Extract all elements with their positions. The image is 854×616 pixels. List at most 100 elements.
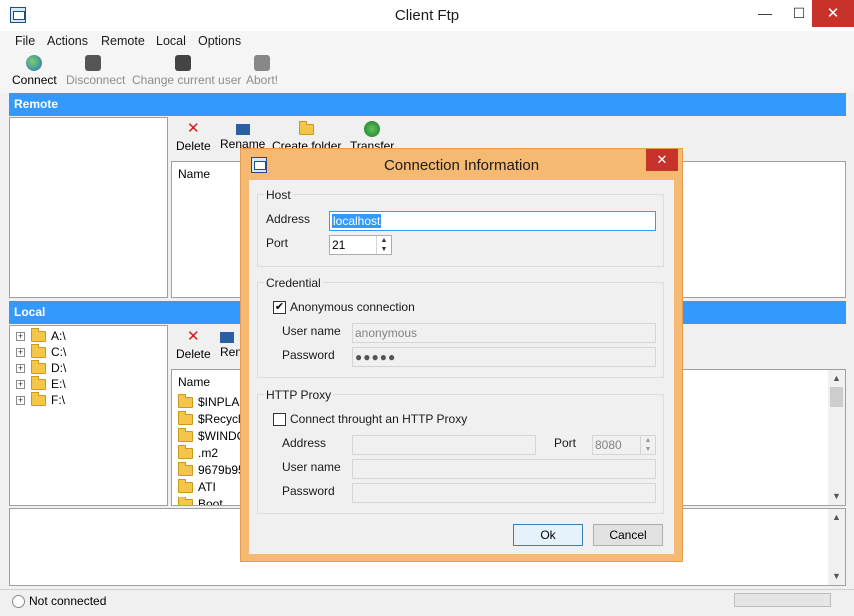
tree-item[interactable]: + E:\: [16, 376, 66, 393]
log-scrollbar[interactable]: ▲ ▼: [828, 509, 845, 585]
spin-up-icon[interactable]: ▲: [377, 236, 391, 245]
abort-button[interactable]: Abort!: [246, 55, 278, 91]
tree-item[interactable]: + F:\: [16, 392, 65, 409]
proxy-group-title: HTTP Proxy: [264, 388, 334, 402]
address-label: Address: [266, 212, 311, 226]
transfer-icon: [364, 121, 381, 137]
proxy-address-input[interactable]: [352, 435, 536, 455]
remote-delete-button[interactable]: ✕ Delete: [176, 120, 211, 154]
scroll-up-icon[interactable]: ▲: [828, 370, 845, 387]
progress-bar: [734, 593, 831, 607]
close-button[interactable]: ✕: [812, 0, 854, 27]
disconnect-button[interactable]: Disconnect: [66, 55, 125, 91]
proxy-password-input[interactable]: [352, 483, 656, 503]
tree-item[interactable]: + D:\: [16, 360, 66, 377]
maximize-button[interactable]: ☐: [782, 0, 816, 27]
stop-icon: [254, 55, 270, 71]
expand-icon[interactable]: +: [16, 396, 25, 406]
folder-icon: [178, 462, 193, 477]
menu-bar: File Actions Remote Local Options: [0, 31, 854, 51]
username-input[interactable]: anonymous: [352, 323, 656, 343]
delete-icon: ✕: [187, 328, 200, 345]
scroll-up-icon[interactable]: ▲: [828, 509, 845, 526]
status-bar: Not connected: [0, 589, 854, 616]
folder-icon: [178, 445, 193, 460]
cancel-button[interactable]: Cancel: [593, 524, 663, 546]
ok-button[interactable]: Ok: [513, 524, 583, 546]
folder-icon: [31, 360, 46, 375]
proxy-port-label: Port: [554, 436, 577, 450]
dialog-title: Connection Information: [383, 157, 540, 174]
users-icon: [175, 55, 191, 71]
expand-icon[interactable]: +: [16, 364, 25, 374]
list-item[interactable]: ATI: [178, 479, 216, 497]
password-input[interactable]: ●●●●●: [352, 347, 656, 367]
local-column-name[interactable]: Name: [178, 375, 210, 389]
remote-rename-button[interactable]: Rename: [220, 121, 265, 151]
tree-item[interactable]: + A:\: [16, 328, 66, 345]
expand-icon[interactable]: +: [16, 332, 25, 342]
password-label: Password: [282, 348, 335, 362]
proxy-password-label: Password: [282, 484, 335, 498]
folder-icon: [31, 376, 46, 391]
expand-icon[interactable]: +: [16, 348, 25, 358]
spin-up-icon[interactable]: ▲: [641, 436, 655, 445]
spin-down-icon[interactable]: ▼: [377, 245, 391, 254]
port-label: Port: [266, 236, 289, 250]
folder-icon: [178, 411, 193, 426]
dialog-close-button[interactable]: ✕: [646, 149, 678, 171]
rename-icon: [220, 332, 234, 343]
connection-dialog: Connection Information ✕ Host Address lo…: [240, 148, 683, 562]
status-text: Not connected: [29, 594, 107, 608]
disconnect-icon: [85, 55, 101, 71]
proxy-username-label: User name: [282, 460, 341, 474]
folder-icon: [31, 392, 46, 407]
proxy-connect-label[interactable]: Connect throught an HTTP Proxy: [290, 412, 467, 426]
anonymous-label[interactable]: Anonymous connection: [290, 300, 415, 314]
local-delete-button[interactable]: ✕ Delete: [176, 328, 211, 362]
tree-item[interactable]: + C:\: [16, 344, 66, 361]
folder-icon: [31, 328, 46, 343]
local-list-scrollbar[interactable]: ▲ ▼: [828, 370, 845, 505]
menu-local[interactable]: Local: [156, 34, 186, 48]
scroll-thumb[interactable]: [830, 387, 843, 407]
connect-button[interactable]: Connect: [12, 55, 57, 91]
menu-remote[interactable]: Remote: [101, 34, 145, 48]
anonymous-checkbox[interactable]: ✔: [273, 301, 286, 314]
scroll-down-icon[interactable]: ▼: [828, 488, 845, 505]
remote-tree[interactable]: [9, 117, 168, 298]
local-tree[interactable]: + A:\ + C:\ + D:\ + E:\ + F:\: [9, 325, 168, 506]
folder-icon: [178, 497, 193, 505]
main-toolbar: Connect Disconnect Change current user A…: [0, 51, 854, 93]
change-user-button[interactable]: Change current user: [132, 55, 241, 91]
expand-icon[interactable]: +: [16, 380, 25, 390]
folder-icon: [178, 428, 193, 443]
spin-down-icon[interactable]: ▼: [641, 445, 655, 454]
remote-column-name[interactable]: Name: [178, 167, 210, 181]
proxy-address-label: Address: [282, 436, 327, 450]
menu-options[interactable]: Options: [198, 34, 241, 48]
menu-actions[interactable]: Actions: [47, 34, 88, 48]
connect-icon: [26, 55, 42, 71]
proxy-port-stepper[interactable]: 8080 ▲ ▼: [592, 435, 656, 455]
menu-file[interactable]: File: [15, 34, 35, 48]
address-input[interactable]: localhost: [329, 211, 656, 231]
username-label: User name: [282, 324, 341, 338]
delete-icon: ✕: [187, 120, 200, 137]
remote-header: Remote: [9, 93, 846, 116]
minimize-button[interactable]: —: [748, 0, 782, 27]
folder-icon: [298, 120, 315, 137]
dialog-body: Host Address localhost Port 21 ▲ ▼ Crede…: [249, 180, 674, 554]
local-rename-button[interactable]: Ren: [220, 329, 242, 359]
list-item[interactable]: .m2: [178, 445, 218, 463]
title-bar: Client Ftp — ☐ ✕: [0, 0, 854, 31]
rename-icon: [235, 124, 250, 135]
window-title: Client Ftp: [394, 7, 460, 24]
host-group-title: Host: [264, 188, 293, 202]
folder-icon: [31, 344, 46, 359]
list-item[interactable]: Boot: [178, 497, 223, 505]
proxy-username-input[interactable]: [352, 459, 656, 479]
port-stepper[interactable]: 21 ▲ ▼: [329, 235, 392, 255]
scroll-down-icon[interactable]: ▼: [828, 568, 845, 585]
proxy-checkbox[interactable]: [273, 413, 286, 426]
